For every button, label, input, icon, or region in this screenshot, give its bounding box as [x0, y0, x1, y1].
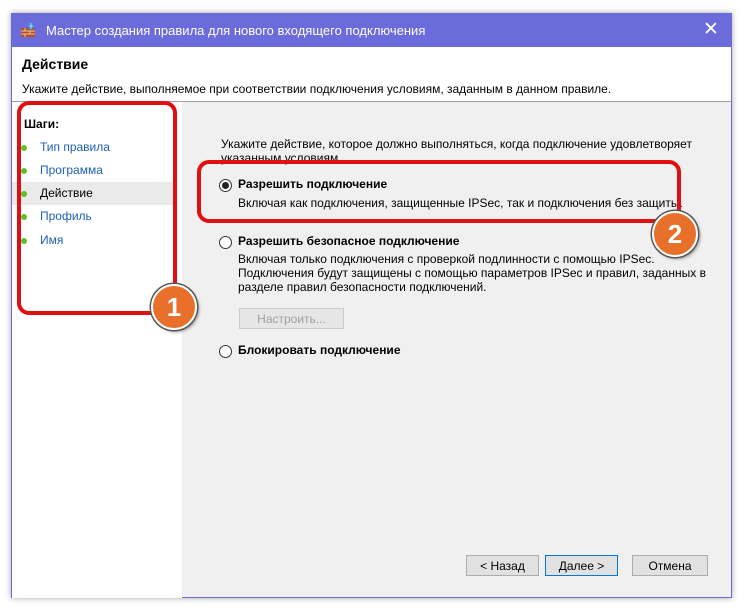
allow-secure-desc-1: Включая только подключения с проверкой п… [238, 252, 655, 266]
allow-option-highlight-box [197, 160, 681, 223]
steps-highlight-box [17, 101, 177, 315]
block-connection-label[interactable]: Блокировать подключение [238, 343, 401, 357]
window-title: Мастер создания правила для нового входя… [46, 23, 426, 38]
allow-secure-label[interactable]: Разрешить безопасное подключение [238, 234, 459, 248]
page-header: Действие Укажите действие, выполняемое п… [12, 47, 731, 102]
back-button[interactable]: < Назад [466, 555, 539, 576]
allow-secure-radio[interactable] [219, 236, 232, 249]
prompt-line-1: Укажите действие, которое должно выполня… [221, 137, 692, 151]
step-badge-2: 2 [652, 211, 698, 257]
step-badge-1: 1 [151, 284, 197, 330]
close-icon[interactable]: ✕ [691, 14, 731, 47]
page-title: Действие [22, 56, 89, 72]
allow-secure-desc-2: Подключения будут защищены с помощью пар… [238, 266, 706, 280]
title-bar[interactable]: Мастер создания правила для нового входя… [12, 14, 731, 47]
page-subtitle: Укажите действие, выполняемое при соотве… [22, 82, 612, 96]
customize-button[interactable]: Настроить... [239, 308, 344, 329]
cancel-button[interactable]: Отмена [632, 555, 708, 576]
next-button[interactable]: Далее > [545, 555, 618, 576]
block-connection-radio[interactable] [219, 345, 232, 358]
allow-secure-desc-3: разделе правил безопасности подключений. [238, 280, 487, 294]
firewall-icon [21, 22, 35, 37]
